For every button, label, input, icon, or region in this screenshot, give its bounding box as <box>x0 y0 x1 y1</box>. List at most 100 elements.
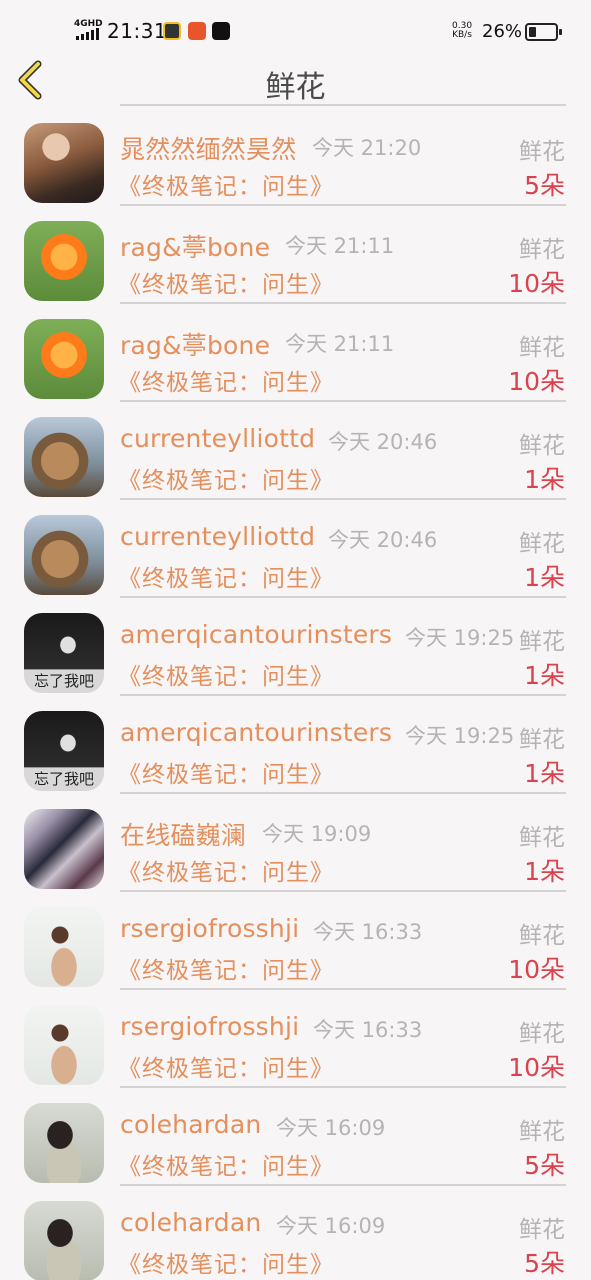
signal-icon <box>76 28 100 40</box>
username[interactable]: amerqicantourinsters <box>120 620 392 649</box>
gift-quantity: 10朵 <box>508 269 565 298</box>
timestamp: 今天 16:09 <box>276 1214 386 1238</box>
page-title: 鲜花 <box>265 70 326 105</box>
list-item[interactable]: rag&葶bone 今天 21:11 鲜花《终极笔记：问生》 10朵 <box>0 302 591 402</box>
gift-quantity: 1朵 <box>524 661 565 690</box>
timestamp: 今天 20:46 <box>328 528 438 552</box>
gift-type: 鲜花 <box>519 629 565 655</box>
timestamp: 今天 20:46 <box>328 430 438 454</box>
gift-quantity: 10朵 <box>508 1053 565 1082</box>
timestamp: 今天 19:25 <box>405 626 515 650</box>
list-item[interactable]: rsergiofrosshji 今天 16:33 鲜花《终极笔记：问生》 10朵 <box>0 988 591 1088</box>
username[interactable]: rsergiofrosshji <box>120 1012 299 1041</box>
username[interactable]: currenteylliottd <box>120 522 315 551</box>
username[interactable]: 晁然然缅然昊然 <box>120 130 296 166</box>
list-item[interactable]: currenteylliottd 今天 20:46 鲜花《终极笔记：问生》 1朵 <box>0 400 591 500</box>
timestamp: 今天 16:33 <box>313 920 423 944</box>
avatar-caption: 忘了我吧 <box>33 672 94 690</box>
book-title[interactable]: 《终极笔记：问生》 <box>118 363 334 397</box>
nav-bar: 鲜花 <box>0 56 591 106</box>
book-title[interactable]: 《终极笔记：问生》 <box>118 853 334 887</box>
gift-record-list[interactable]: 晁然然缅然昊然 今天 21:20 鲜花 《终极笔记：问生》 5朵 rag&葶bone 今天 … <box>0 106 591 1280</box>
timestamp: 今天 21:11 <box>285 234 395 258</box>
book-title[interactable]: 《终极笔记：问生》 <box>118 755 334 789</box>
gift-type: 鲜花 <box>519 923 565 949</box>
avatar-caption: 忘了我吧 <box>33 770 94 788</box>
username[interactable]: colehardan <box>120 1110 261 1139</box>
avatar[interactable] <box>24 809 104 889</box>
gift-type: 鲜花 <box>519 335 565 361</box>
gift-quantity: 5朵 <box>524 1249 565 1278</box>
gift-type: 鲜花 <box>519 531 565 557</box>
list-item[interactable]: colehardan 今天 16:09 鲜花《终极笔记：问生》 5朵 <box>0 1184 591 1280</box>
app-notification-icon <box>163 22 181 40</box>
list-item[interactable]: currenteylliottd 今天 20:46 鲜花《终极笔记：问生》 1朵 <box>0 498 591 598</box>
username[interactable]: rag&葶bone <box>120 326 270 362</box>
gift-type: 鲜花 <box>519 825 565 851</box>
username[interactable]: 在线磕巍澜 <box>120 816 246 852</box>
username[interactable]: rag&葶bone <box>120 228 270 264</box>
book-title[interactable]: 《终极笔记：问生》 <box>118 1049 334 1083</box>
list-item[interactable]: 忘了我吧 amerqicantourinsters 今天 19:25 鲜花《终极笔记：… <box>0 694 591 794</box>
avatar[interactable]: 忘了我吧 <box>24 711 104 791</box>
gift-type: 鲜花 <box>519 727 565 753</box>
capcut-icon <box>212 22 230 40</box>
list-item[interactable]: rsergiofrosshji 今天 16:33 鲜花《终极笔记：问生》 10朵 <box>0 890 591 990</box>
gift-type: 鲜花 <box>519 139 565 165</box>
network-speed-unit: KB/s <box>452 30 472 40</box>
clock: 21:31 <box>107 19 168 43</box>
gift-quantity: 5朵 <box>524 1151 565 1180</box>
status-bar: 4GHD 21:31 0.30 KB/s 26% <box>0 0 591 56</box>
battery-icon <box>525 23 562 41</box>
book-title[interactable]: 《终极笔记：问生》 <box>118 657 334 691</box>
avatar[interactable] <box>24 1201 104 1280</box>
battery-level <box>529 27 536 37</box>
avatar[interactable] <box>24 907 104 987</box>
book-title[interactable]: 《终极笔记：问生》 <box>118 167 334 201</box>
list-item[interactable]: 忘了我吧 amerqicantourinsters 今天 19:25 鲜花《终极笔记：… <box>0 596 591 696</box>
timestamp: 今天 21:11 <box>285 332 395 356</box>
gift-records-screen: 4GHD 21:31 0.30 KB/s 26% 鲜花 晁然然缅然昊然 今天 21… <box>0 0 591 1280</box>
avatar[interactable] <box>24 123 104 203</box>
avatar[interactable] <box>24 515 104 595</box>
book-title[interactable]: 《终极笔记：问生》 <box>118 1245 334 1279</box>
avatar[interactable] <box>24 319 104 399</box>
battery-percent: 26% <box>482 21 523 42</box>
username[interactable]: currenteylliottd <box>120 424 315 453</box>
book-title[interactable]: 《终极笔记：问生》 <box>118 265 334 299</box>
gift-type: 鲜花 <box>519 237 565 263</box>
timestamp: 今天 19:09 <box>262 822 372 846</box>
gift-type: 鲜花 <box>519 1021 565 1047</box>
list-item[interactable]: colehardan 今天 16:09 鲜花《终极笔记：问生》 5朵 <box>0 1086 591 1186</box>
gift-quantity: 1朵 <box>524 857 565 886</box>
book-title[interactable]: 《终极笔记：问生》 <box>118 1147 334 1181</box>
gift-type: 鲜花 <box>519 1119 565 1145</box>
gift-type: 鲜花 <box>519 1217 565 1243</box>
gift-quantity: 10朵 <box>508 367 565 396</box>
book-title[interactable]: 《终极笔记：问生》 <box>118 559 334 593</box>
book-title[interactable]: 《终极笔记：问生》 <box>118 951 334 985</box>
gift-quantity: 10朵 <box>508 955 565 984</box>
avatar[interactable] <box>24 1005 104 1085</box>
gift-type: 鲜花 <box>519 433 565 459</box>
username[interactable]: colehardan <box>120 1208 261 1237</box>
list-item[interactable]: 在线磕巍澜 今天 19:09 鲜花《终极笔记：问生》 1朵 <box>0 792 591 892</box>
timestamp: 今天 21:20 <box>312 136 422 160</box>
avatar[interactable]: 忘了我吧 <box>24 613 104 693</box>
gift-quantity: 5朵 <box>524 171 565 200</box>
gift-quantity: 1朵 <box>524 759 565 788</box>
timestamp: 今天 16:09 <box>276 1116 386 1140</box>
book-title[interactable]: 《终极笔记：问生》 <box>118 461 334 495</box>
avatar[interactable] <box>24 1103 104 1183</box>
app-notification-icon <box>188 22 206 40</box>
username[interactable]: amerqicantourinsters <box>120 718 392 747</box>
timestamp: 今天 19:25 <box>405 724 515 748</box>
timestamp: 今天 16:33 <box>313 1018 423 1042</box>
avatar[interactable] <box>24 221 104 301</box>
gift-quantity: 1朵 <box>524 563 565 592</box>
list-item[interactable]: 晁然然缅然昊然 今天 21:20 鲜花《终极笔记：问生》 5朵 <box>0 106 591 206</box>
avatar[interactable] <box>24 417 104 497</box>
username[interactable]: rsergiofrosshji <box>120 914 299 943</box>
list-item[interactable]: rag&葶bone 今天 21:11 鲜花《终极笔记：问生》 10朵 <box>0 204 591 304</box>
gift-quantity: 1朵 <box>524 465 565 494</box>
